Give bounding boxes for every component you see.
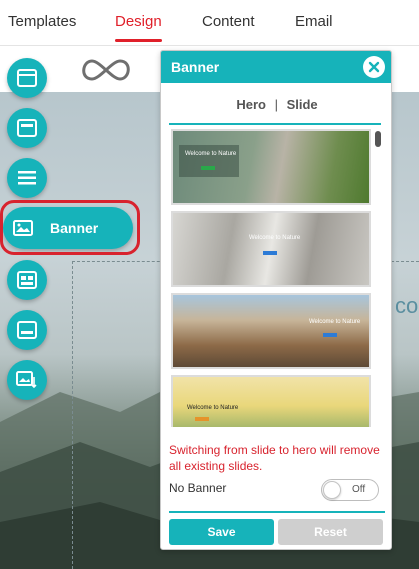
- footer-layout-button[interactable]: [7, 310, 47, 350]
- banner-thumbnail[interactable]: Welcome to Nature: [171, 375, 371, 427]
- menu-layout-button[interactable]: [7, 158, 47, 198]
- banner-thumbnail[interactable]: Welcome to Nature: [171, 211, 371, 287]
- tab-design[interactable]: Design: [115, 13, 162, 42]
- banner-panel-title: Banner: [171, 59, 220, 75]
- header-layout-icon: [17, 119, 37, 137]
- thumbnail-cta: [263, 251, 277, 255]
- thumbnail-caption: Welcome to Nature: [249, 235, 301, 241]
- top-navigation: Templates Design Content Email: [0, 0, 419, 46]
- browser-window-icon: [17, 69, 37, 87]
- thumbnail-caption: Welcome to Nature: [309, 319, 361, 325]
- tab-templates-label: Templates: [8, 13, 77, 30]
- hero-option[interactable]: Hero: [236, 97, 266, 112]
- tab-content[interactable]: Content: [202, 13, 255, 30]
- banner-panel-header: Banner: [161, 51, 391, 83]
- hero-slide-switcher: Hero | Slide: [161, 97, 391, 115]
- app-root: Templates Design Content Email LO: [0, 0, 419, 569]
- thumbnail-caption: Welcome to Nature: [185, 151, 237, 157]
- thumbnail-image-snowy-forest: Welcome to Nature: [173, 213, 369, 285]
- tab-design-label: Design: [115, 13, 162, 30]
- action-divider: [169, 511, 385, 513]
- thumbnail-image-canyon-river: Welcome to Nature: [173, 295, 369, 367]
- thumbnail-image-golden-hills: Welcome to Nature: [173, 377, 369, 427]
- image-swap-button[interactable]: [7, 360, 47, 400]
- hamburger-menu-icon: [18, 171, 36, 185]
- tab-templates[interactable]: Templates: [8, 13, 76, 30]
- toggle-state-label: Off: [352, 484, 366, 495]
- banner-icon-wrap: [9, 214, 37, 242]
- banner-thumbnail[interactable]: Welcome to Nature: [171, 293, 371, 369]
- thumbnail-caption: Welcome to Nature: [187, 405, 239, 411]
- no-banner-toggle[interactable]: Off: [321, 479, 379, 501]
- image-swap-icon: [16, 371, 37, 389]
- selection-outline-left: [72, 261, 73, 569]
- grid-layout-button[interactable]: [7, 260, 47, 300]
- thumbnail-image-mountain-forest: Welcome to Nature: [173, 131, 369, 203]
- thumbnail-cta: [323, 333, 337, 337]
- thumbnail-text-box: [179, 145, 239, 177]
- tab-content-label: Content: [202, 13, 255, 30]
- browser-window-button[interactable]: [7, 58, 47, 98]
- tab-email-label: Email: [295, 13, 333, 30]
- active-tab-underline: [115, 39, 162, 42]
- save-button[interactable]: Save: [169, 519, 274, 545]
- banner-tool-button[interactable]: Banner: [3, 207, 133, 249]
- banner-thumbnail-list: Welcome to Nature Welcome to Nature Welc…: [161, 125, 391, 427]
- reset-button[interactable]: Reset: [278, 519, 383, 545]
- thumbnail-cta: [201, 166, 215, 170]
- banner-tool-label: Banner: [50, 220, 99, 236]
- toggle-knob: [323, 481, 341, 499]
- image-banner-icon: [13, 220, 33, 236]
- hero-text-fragment: co: [395, 293, 419, 318]
- thumbnail-scrollbar[interactable]: [375, 131, 381, 147]
- no-banner-label: No Banner: [169, 481, 227, 495]
- slide-switch-warning: Switching from slide to hero will remove…: [169, 443, 380, 473]
- infinity-logo-icon: [82, 59, 130, 81]
- banner-thumbnail[interactable]: Welcome to Nature: [171, 129, 371, 205]
- close-panel-button[interactable]: [363, 56, 385, 78]
- banner-panel: Banner Hero | Slide Welcome to Nature We…: [160, 50, 392, 550]
- thumbnail-cta: [195, 417, 209, 421]
- footer-layout-icon: [17, 321, 37, 339]
- slide-option[interactable]: Slide: [287, 97, 318, 112]
- close-icon: [368, 61, 380, 73]
- header-layout-button[interactable]: [7, 108, 47, 148]
- grid-layout-icon: [17, 271, 37, 289]
- segment-separator: |: [274, 97, 278, 112]
- tab-email[interactable]: Email: [295, 13, 333, 30]
